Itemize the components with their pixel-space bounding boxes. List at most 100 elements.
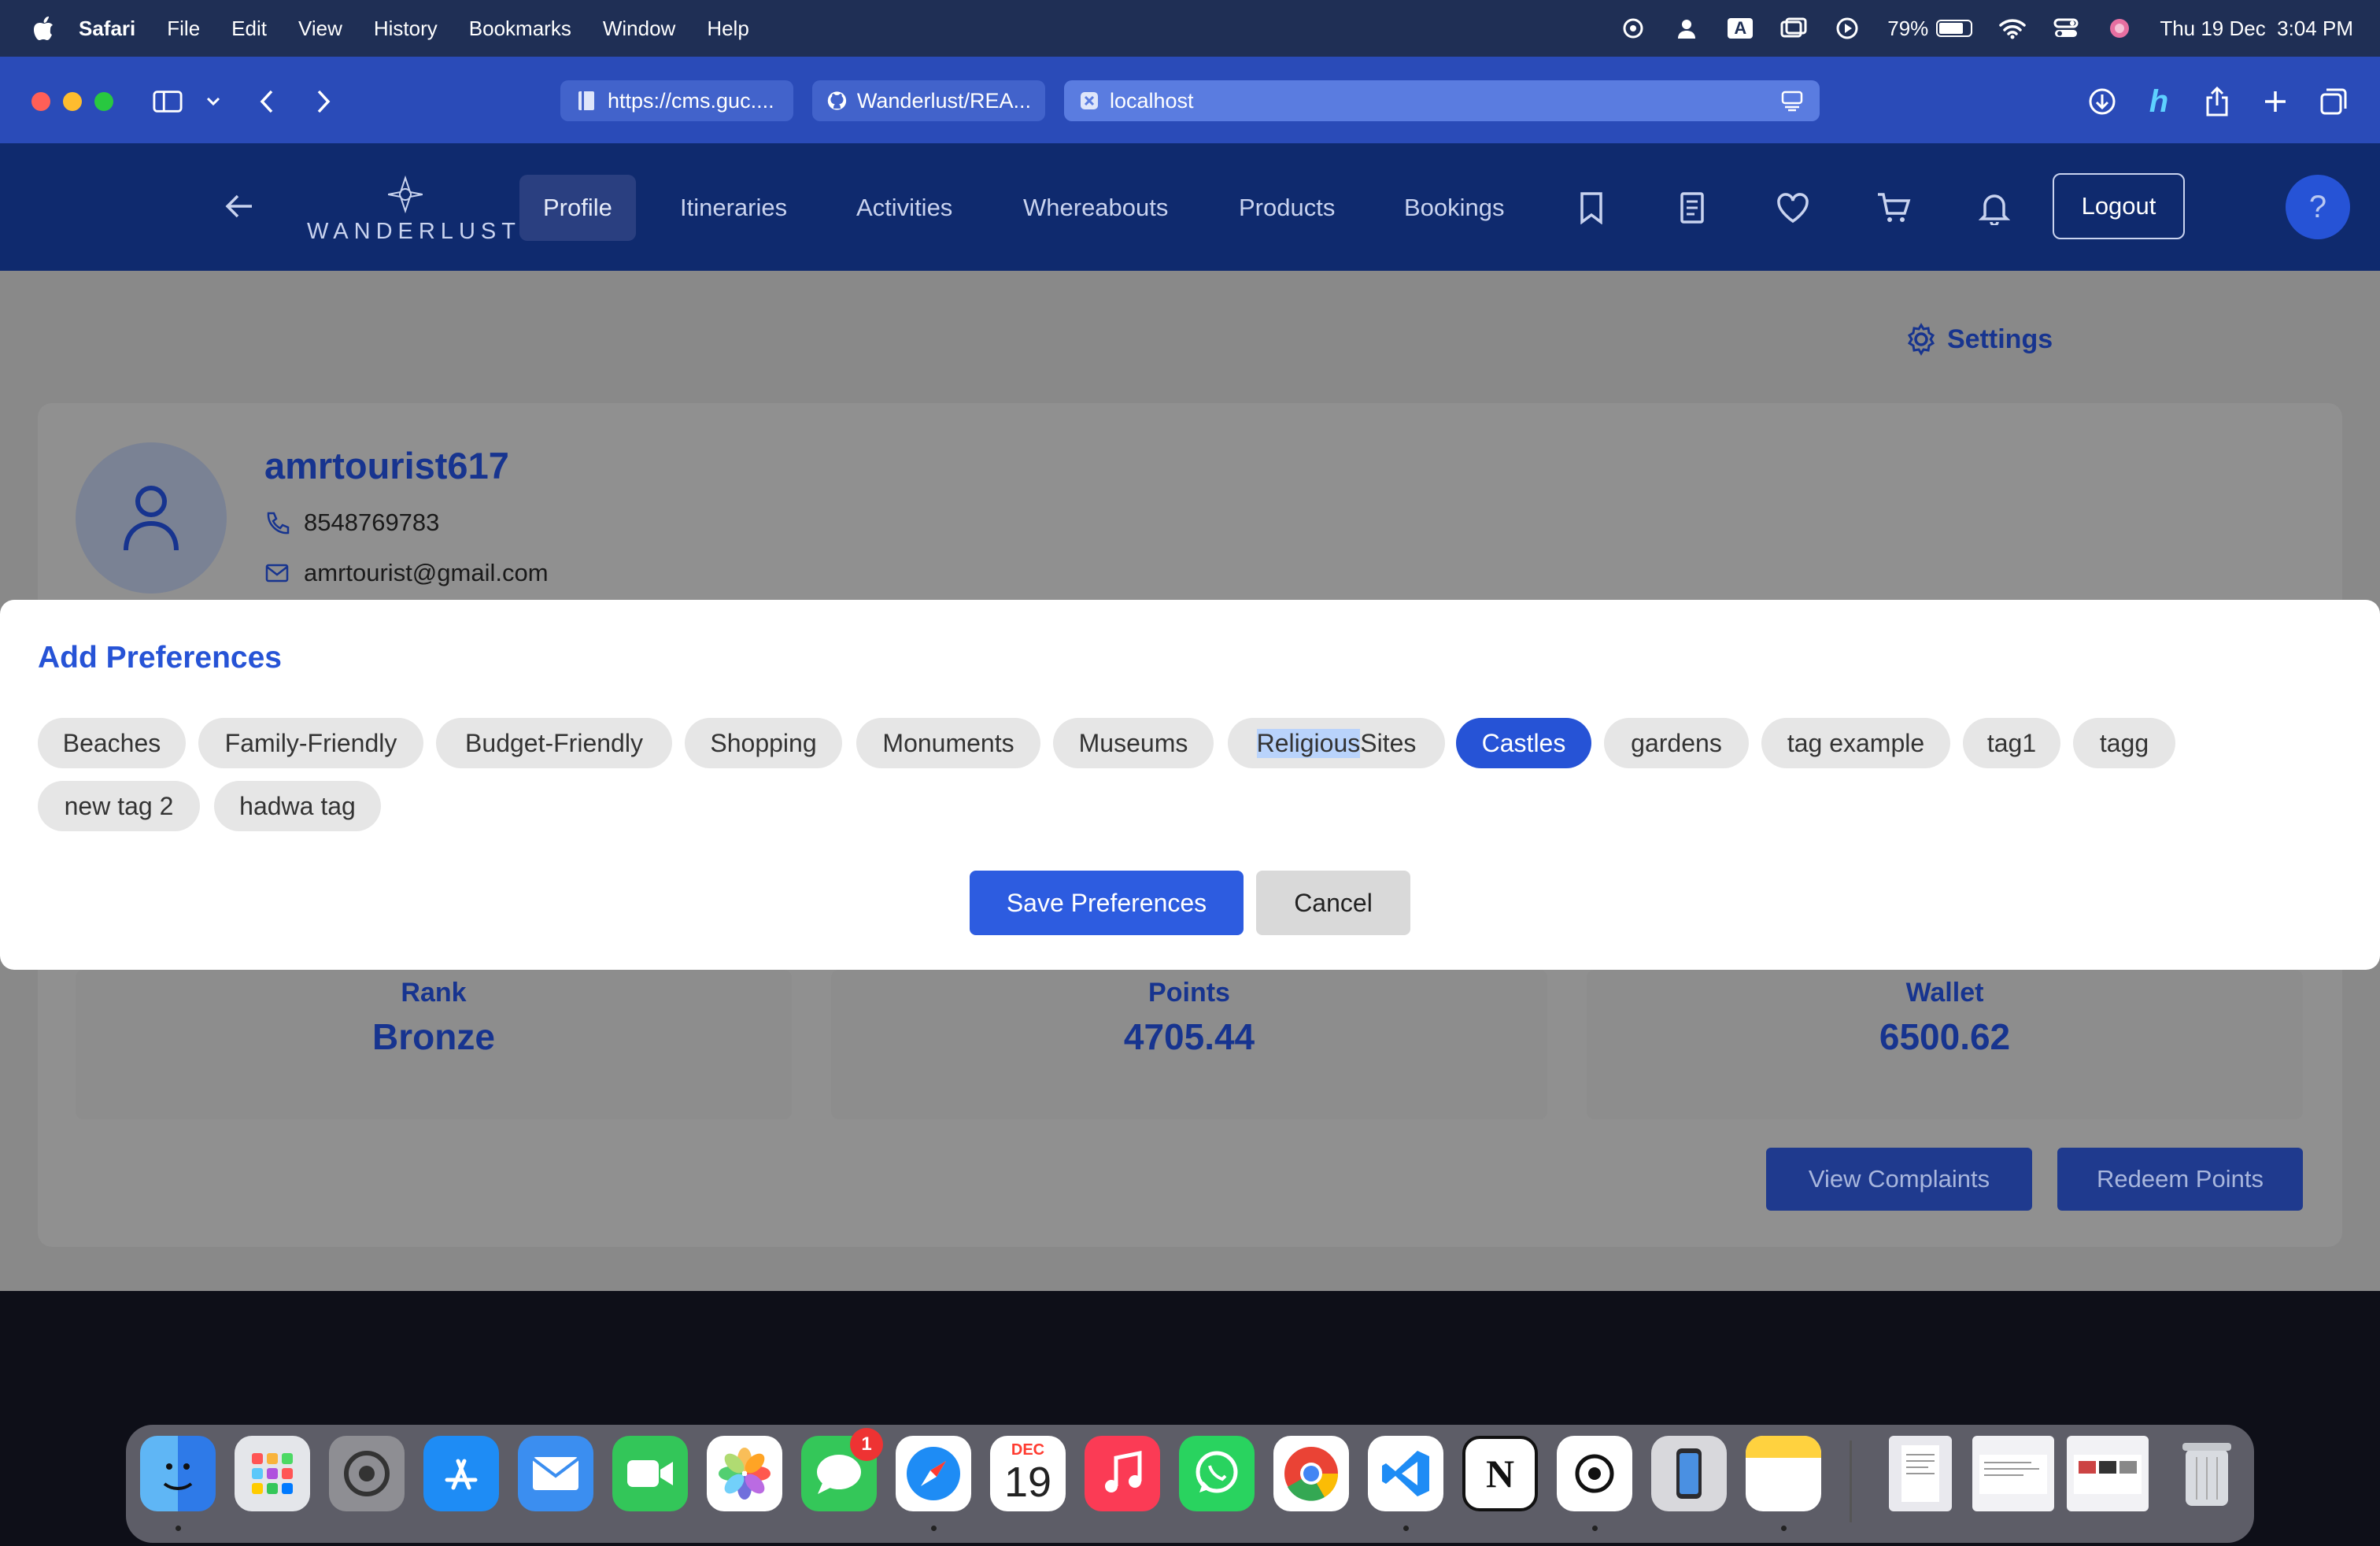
- settings-link[interactable]: Settings: [1905, 323, 2053, 356]
- calendar-icon[interactable]: DEC 19: [990, 1436, 1066, 1511]
- nav-products[interactable]: Products: [1215, 175, 1358, 241]
- tag-chip-religious-sites[interactable]: Religious Sites: [1228, 718, 1445, 768]
- input-source-icon[interactable]: A: [1727, 15, 1754, 42]
- notes-icon[interactable]: [1746, 1436, 1821, 1511]
- user-status-icon[interactable]: [1673, 15, 1700, 42]
- tag-chip[interactable]: gardens: [1604, 718, 1749, 768]
- nav-activities[interactable]: Activities: [833, 175, 976, 241]
- chrome-icon[interactable]: [1273, 1436, 1349, 1511]
- menu-bookmarks[interactable]: Bookmarks: [469, 17, 571, 41]
- tag-chip[interactable]: tag example: [1761, 718, 1950, 768]
- mail-icon[interactable]: [518, 1436, 593, 1511]
- apple-menu-icon[interactable]: [31, 15, 55, 42]
- running-indicator: [1403, 1526, 1409, 1531]
- points-stat: Points 4705.44: [831, 970, 1547, 1119]
- tag-chip[interactable]: hadwa tag: [214, 781, 381, 831]
- chatgpt-status-icon[interactable]: [1620, 15, 1646, 42]
- finder-icon[interactable]: [140, 1436, 216, 1511]
- launchpad-icon[interactable]: [235, 1436, 310, 1511]
- music-icon[interactable]: [1085, 1436, 1160, 1511]
- back-icon[interactable]: [252, 87, 282, 117]
- save-preferences-button[interactable]: Save Preferences: [970, 871, 1244, 935]
- receipt-icon[interactable]: [1673, 189, 1711, 227]
- extension-h-icon[interactable]: h: [2144, 84, 2174, 119]
- forward-icon[interactable]: [309, 87, 338, 117]
- app-store-icon[interactable]: [423, 1436, 499, 1511]
- dock: 1 DEC 19 N: [126, 1425, 2254, 1543]
- nav-itineraries[interactable]: Itineraries: [656, 175, 811, 241]
- mail-icon: [265, 564, 289, 583]
- menu-window[interactable]: Window: [603, 17, 675, 41]
- phone-number: 8548769783: [304, 509, 440, 536]
- system-settings-icon[interactable]: [329, 1436, 405, 1511]
- siri-icon[interactable]: [2106, 15, 2133, 42]
- menu-edit[interactable]: Edit: [231, 17, 267, 41]
- redeem-points-button[interactable]: Redeem Points: [2057, 1148, 2303, 1211]
- help-button[interactable]: ?: [2286, 175, 2350, 239]
- email-address: amrtourist@gmail.com: [304, 559, 549, 586]
- cart-icon[interactable]: [1875, 189, 1913, 227]
- screen-mirroring-icon[interactable]: [1780, 15, 1807, 42]
- close-window-button[interactable]: [31, 92, 50, 111]
- github-icon: [827, 91, 847, 110]
- tab-cms[interactable]: https://cms.guc....: [560, 80, 793, 121]
- logout-button[interactable]: Logout: [2053, 173, 2185, 239]
- tag-chip[interactable]: Shopping: [685, 718, 842, 768]
- arrow-left-icon[interactable]: [220, 187, 258, 225]
- rank-stat: Rank Bronze: [76, 970, 792, 1119]
- battery-status[interactable]: 79%: [1887, 17, 1973, 41]
- whatsapp-icon[interactable]: [1179, 1436, 1255, 1511]
- view-complaints-button[interactable]: View Complaints: [1766, 1148, 2032, 1211]
- tag-chip[interactable]: Beaches: [38, 718, 186, 768]
- menubar-clock[interactable]: Thu 19 Dec 3:04 PM: [2160, 17, 2353, 41]
- tag-chip[interactable]: Museums: [1053, 718, 1214, 768]
- tag-chip[interactable]: Monuments: [856, 718, 1040, 768]
- tag-chip[interactable]: tagg: [2073, 718, 2175, 768]
- menu-help[interactable]: Help: [707, 17, 748, 41]
- safari-icon[interactable]: [896, 1436, 971, 1511]
- menu-file[interactable]: File: [167, 17, 200, 41]
- bell-icon[interactable]: [1975, 189, 2013, 227]
- facetime-icon[interactable]: [612, 1436, 688, 1511]
- tag-chip-selected[interactable]: Castles: [1456, 718, 1591, 768]
- minimize-window-button[interactable]: [63, 92, 82, 111]
- tag-chip[interactable]: Family-Friendly: [198, 718, 423, 768]
- downloads-icon[interactable]: [2087, 87, 2117, 117]
- photos-icon[interactable]: [707, 1436, 782, 1511]
- trash-icon[interactable]: [2169, 1436, 2245, 1511]
- document-thumbnail-icon[interactable]: [1972, 1436, 2054, 1511]
- wifi-icon[interactable]: [1999, 15, 2027, 42]
- notion-icon[interactable]: N: [1462, 1436, 1538, 1511]
- tab-github[interactable]: Wanderlust/REA...: [812, 80, 1045, 121]
- new-tab-icon[interactable]: [2260, 87, 2290, 117]
- tab-overview-icon[interactable]: [2319, 87, 2349, 117]
- wanderlust-logo[interactable]: WANDERLUST: [307, 175, 516, 246]
- chatgpt-icon[interactable]: [1557, 1436, 1632, 1511]
- tag-chip[interactable]: Budget-Friendly: [436, 718, 672, 768]
- control-center-icon[interactable]: [2053, 15, 2079, 42]
- nav-whereabouts[interactable]: Whereabouts: [1000, 175, 1192, 241]
- heart-icon[interactable]: [1774, 189, 1812, 227]
- nav-bookings[interactable]: Bookings: [1380, 175, 1528, 241]
- screenshot-thumbnail-icon[interactable]: [2067, 1436, 2149, 1511]
- messages-icon[interactable]: 1: [801, 1428, 883, 1511]
- iphone-mirroring-icon[interactable]: [1651, 1436, 1727, 1511]
- nav-profile[interactable]: Profile: [519, 175, 636, 241]
- cancel-button[interactable]: Cancel: [1256, 871, 1410, 935]
- tab-localhost[interactable]: localhost: [1064, 80, 1820, 121]
- chevron-down-icon[interactable]: [198, 87, 228, 117]
- menu-view[interactable]: View: [298, 17, 342, 41]
- tag-chip[interactable]: new tag 2: [38, 781, 200, 831]
- now-playing-icon[interactable]: [1834, 15, 1861, 42]
- tag-chip[interactable]: tag1: [1963, 718, 2060, 768]
- zoom-window-button[interactable]: [94, 92, 113, 111]
- pdf-document-thumbnail-icon[interactable]: [1889, 1436, 1952, 1511]
- menu-history[interactable]: History: [374, 17, 438, 41]
- vscode-icon[interactable]: [1368, 1436, 1443, 1511]
- calendar-day: 19: [1003, 1459, 1052, 1506]
- sidebar-toggle-icon[interactable]: [153, 87, 183, 117]
- share-icon[interactable]: [2202, 87, 2232, 117]
- bookmark-icon[interactable]: [1572, 189, 1610, 227]
- menu-app-name[interactable]: Safari: [79, 17, 135, 41]
- reader-icon[interactable]: [1780, 90, 1804, 112]
